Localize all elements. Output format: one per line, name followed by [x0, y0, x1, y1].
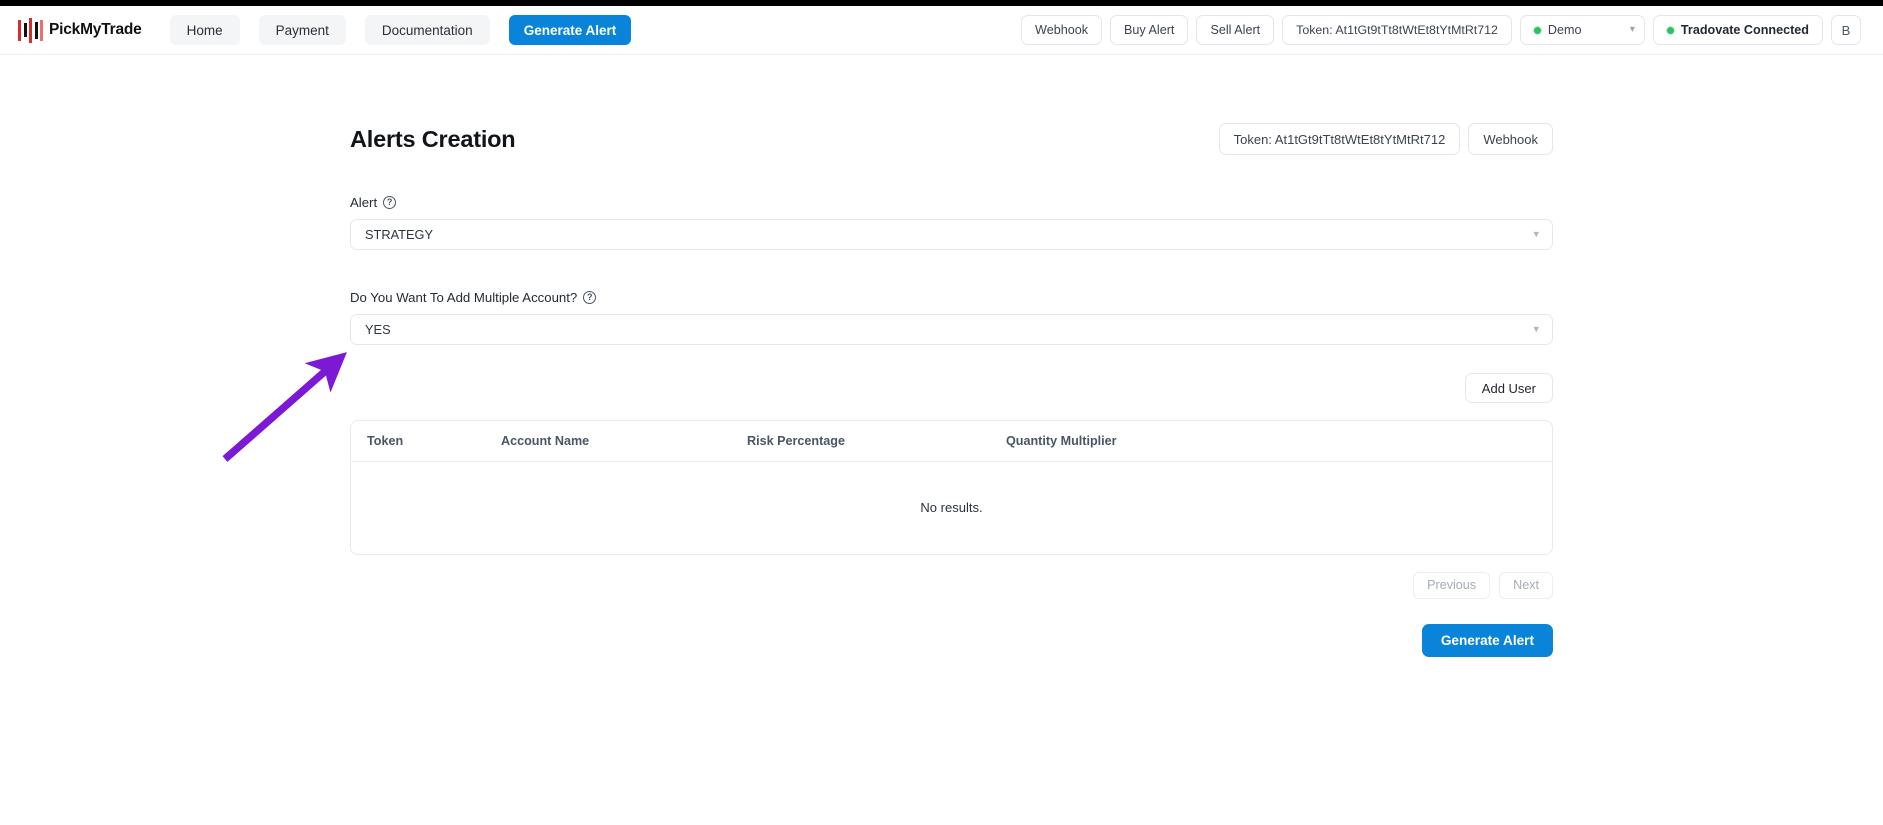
- chevron-down-icon: ▾: [1629, 24, 1635, 35]
- accounts-table-card: Token Account Name Risk Percentage Quant…: [350, 420, 1553, 555]
- table-header-row: Token Account Name Risk Percentage Quant…: [351, 421, 1552, 462]
- content-webhook-button[interactable]: Webhook: [1468, 123, 1553, 155]
- nav-generate-alert[interactable]: Generate Alert: [508, 15, 632, 45]
- content-token-button[interactable]: Token: At1tGt9tTt8tWtEt8tYtMtRt712: [1218, 123, 1461, 155]
- app-logo[interactable]: PickMyTrade: [18, 17, 142, 43]
- environment-select-value: Demo: [1547, 23, 1582, 37]
- multiple-account-select-value: YES: [365, 322, 391, 337]
- accounts-table: Token Account Name Risk Percentage Quant…: [351, 421, 1552, 554]
- column-quantity-multiplier: Quantity Multiplier: [1006, 421, 1552, 462]
- field-alert-label-row: Alert ?: [350, 195, 1553, 210]
- pagination: Previous Next: [350, 571, 1553, 599]
- field-alert-label: Alert: [350, 195, 378, 210]
- field-multiple-account-label-row: Do You Want To Add Multiple Account? ?: [350, 290, 1553, 305]
- table-empty-row: No results.: [351, 462, 1552, 554]
- connection-status-dot-icon: [1666, 26, 1674, 34]
- title-row: Alerts Creation Token: At1tGt9tTt8tWtEt8…: [350, 123, 1553, 155]
- generate-alert-submit-button[interactable]: Generate Alert: [1421, 623, 1553, 657]
- column-token: Token: [351, 421, 501, 462]
- header-buy-alert-button[interactable]: Buy Alert: [1110, 15, 1189, 45]
- column-risk-percentage: Risk Percentage: [747, 421, 1006, 462]
- chevron-down-icon: ▾: [1533, 228, 1539, 240]
- title-actions: Token: At1tGt9tTt8tWtEt8tYtMtRt712 Webho…: [1218, 123, 1553, 155]
- header-sell-alert-button[interactable]: Sell Alert: [1196, 15, 1275, 45]
- alert-select-value: STRATEGY: [365, 227, 434, 242]
- header-webhook-button[interactable]: Webhook: [1021, 15, 1103, 45]
- add-user-row: Add User: [350, 373, 1553, 403]
- header-left-group: PickMyTrade Home Payment Documentation G…: [18, 15, 640, 45]
- header-token-button[interactable]: Token: At1tGt9tTt8tWtEt8tYtMtRt712: [1282, 15, 1512, 45]
- column-account-name: Account Name: [501, 421, 747, 462]
- table-empty-message: No results.: [920, 500, 983, 516]
- content-container: Alerts Creation Token: At1tGt9tTt8tWtEt8…: [350, 55, 1553, 657]
- candlestick-logo-icon: [18, 17, 43, 43]
- connection-status-label: Tradovate Connected: [1680, 23, 1809, 37]
- alert-select[interactable]: STRATEGY ▾: [350, 219, 1553, 250]
- help-circle-icon[interactable]: ?: [383, 196, 397, 209]
- multiple-account-select[interactable]: YES ▾: [350, 314, 1553, 345]
- page-body: Alerts Creation Token: At1tGt9tTt8tWtEt8…: [0, 55, 1883, 825]
- app-header: PickMyTrade Home Payment Documentation G…: [0, 6, 1883, 55]
- environment-status-dot-icon: [1533, 26, 1541, 34]
- field-alert: Alert ? STRATEGY ▾: [350, 195, 1553, 250]
- nav-payment[interactable]: Payment: [258, 15, 346, 45]
- connection-status-badge: Tradovate Connected: [1652, 15, 1823, 45]
- field-multiple-account: Do You Want To Add Multiple Account? ? Y…: [350, 290, 1553, 345]
- logo-text: PickMyTrade: [49, 21, 142, 38]
- add-user-button[interactable]: Add User: [1464, 373, 1553, 403]
- pagination-previous-button[interactable]: Previous: [1413, 571, 1491, 599]
- accounts-table-head: Token Account Name Risk Percentage Quant…: [351, 421, 1552, 462]
- user-avatar-button[interactable]: B: [1831, 15, 1861, 45]
- nav-home[interactable]: Home: [169, 15, 240, 45]
- chevron-down-icon: ▾: [1533, 323, 1539, 335]
- page-title: Alerts Creation: [350, 125, 516, 152]
- submit-row: Generate Alert: [350, 623, 1553, 657]
- pagination-next-button[interactable]: Next: [1499, 571, 1553, 599]
- accounts-table-body: No results.: [351, 462, 1552, 554]
- field-multiple-account-label: Do You Want To Add Multiple Account?: [350, 290, 578, 305]
- header-right-group: Webhook Buy Alert Sell Alert Token: At1t…: [1021, 15, 1861, 45]
- nav-documentation[interactable]: Documentation: [364, 15, 490, 45]
- environment-select[interactable]: Demo ▾: [1519, 15, 1645, 45]
- help-circle-icon[interactable]: ?: [583, 291, 597, 304]
